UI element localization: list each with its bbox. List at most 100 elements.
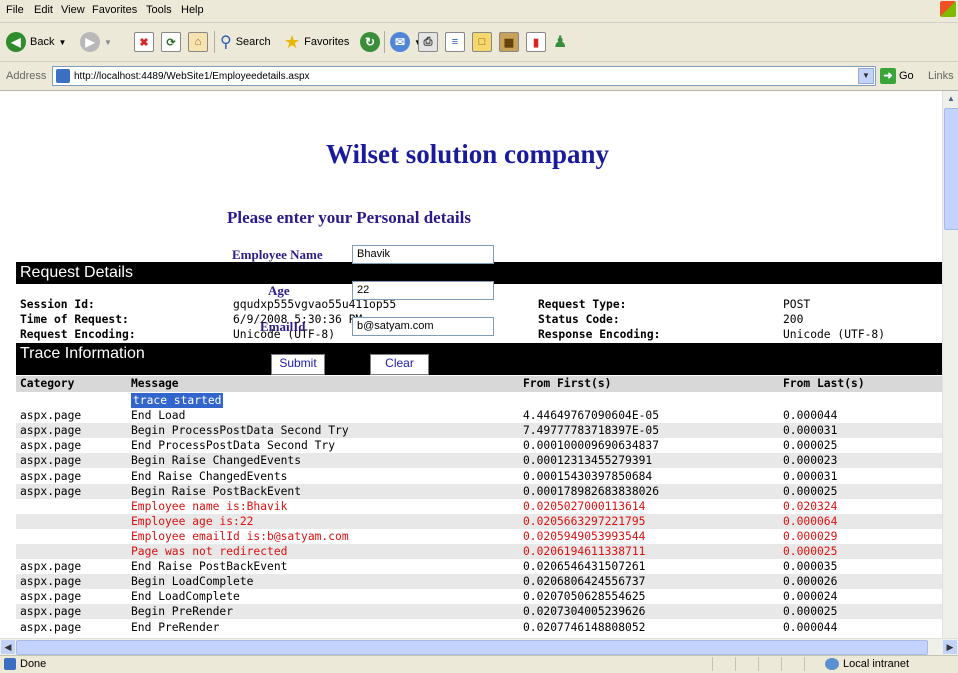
age-input[interactable]: 22: [352, 281, 494, 300]
messenger-button[interactable]: ▮: [526, 31, 546, 53]
address-input[interactable]: http://localhost:4489/WebSite1/Employeed…: [52, 66, 876, 86]
status-pane: [758, 657, 781, 671]
trace-cell-from-first: 0.0207050628554625: [523, 590, 646, 604]
request-type-value: POST: [783, 298, 811, 311]
trace-cell-from-first: 0.0205027000113614: [523, 499, 646, 513]
research-button[interactable]: ▦: [499, 31, 519, 53]
chevron-down-icon: ▼: [58, 37, 67, 47]
vertical-scroll-thumb[interactable]: [944, 108, 958, 230]
search-button[interactable]: ⚲ Search: [220, 31, 271, 53]
trace-cell-from-last: 0.000064: [783, 514, 838, 528]
scroll-up-icon[interactable]: ▲: [943, 91, 958, 107]
chevron-down-icon[interactable]: ▼: [858, 68, 874, 84]
trace-cell-category: aspx.page: [20, 605, 82, 619]
page-loaded-icon: [4, 658, 16, 670]
status-pane: [804, 657, 827, 671]
status-pane: [712, 657, 735, 671]
trace-cell-message: End ProcessPostData Second Try: [131, 439, 336, 453]
folder-icon: □: [472, 32, 492, 52]
security-zone: Local intranet: [825, 658, 909, 670]
trace-cell-from-first: 0.0207746148808052: [523, 620, 646, 634]
trace-cell-from-first: 0.0206194611338711: [523, 545, 646, 558]
toolbar-separator: [384, 31, 385, 53]
trace-cell-from-first: 4.44649767090604E-05: [523, 409, 660, 423]
trace-cell-category: aspx.page: [20, 575, 82, 589]
history-icon: ↻: [360, 32, 380, 52]
bookmark-icon: ▮: [526, 32, 546, 52]
table-row: Employee emailId is:b@satyam.com 0.020594…: [16, 529, 942, 544]
trace-cell-from-first: 0.000100009690634837: [523, 439, 660, 453]
trace-cell-category: aspx.page: [20, 439, 82, 453]
refresh-button[interactable]: ⟳: [161, 31, 181, 53]
chevron-down-icon: ▼: [104, 37, 112, 47]
trace-cell-message: Begin LoadComplete: [131, 575, 254, 589]
menu-help[interactable]: Help: [181, 4, 204, 16]
table-row: aspx.page Begin Raise ChangedEvents 0.0001…: [16, 453, 942, 469]
trace-cell-message: Begin Raise ChangedEvents: [131, 454, 302, 468]
links-button[interactable]: Links: [928, 70, 954, 82]
trace-cell-message: trace started: [131, 393, 224, 408]
horizontal-scrollbar[interactable]: ◀ ▶: [0, 638, 958, 655]
printer-icon: ⎙: [418, 32, 438, 52]
print-button[interactable]: ⎙: [418, 31, 438, 53]
home-button[interactable]: ⌂: [188, 31, 208, 53]
table-row: aspx.page End Raise ChangedEvents 0.000154…: [16, 469, 942, 484]
trace-cell-message: Begin PreRender: [131, 605, 234, 619]
table-row: Employee name is:Bhavik 0.020502700011361…: [16, 499, 942, 514]
vertical-scrollbar[interactable]: ▲: [942, 91, 958, 638]
research-icon: ▦: [499, 32, 519, 52]
trace-cell-from-first: 0.0205663297221795: [523, 514, 646, 528]
favorites-button[interactable]: ★ Favorites: [284, 31, 349, 53]
back-button[interactable]: ◀ Back ▼: [6, 31, 66, 53]
request-encoding-label: Request Encoding:: [20, 328, 136, 341]
trace-cell-from-last: 0.000031: [783, 469, 838, 483]
trace-cell-from-last: 0.020324: [783, 499, 838, 513]
clear-button[interactable]: Clear: [370, 354, 429, 375]
employee-name-label: Employee Name: [232, 247, 323, 262]
status-code-label: Status Code:: [538, 313, 620, 326]
trace-table-header: Category Message From First(s) From Last…: [16, 376, 942, 392]
trace-cell-from-last: 0.000029: [783, 529, 838, 543]
star-icon: ★: [284, 31, 301, 52]
submit-button[interactable]: Submit: [271, 354, 325, 375]
zone-label: Local intranet: [843, 658, 910, 670]
trace-cell-from-last: 0.000023: [783, 454, 838, 468]
email-id-input[interactable]: b@satyam.com: [352, 317, 494, 336]
stop-icon: ✖: [134, 32, 154, 52]
response-encoding-value: Unicode (UTF-8): [783, 328, 886, 341]
stop-button[interactable]: ✖: [134, 31, 154, 53]
history-button[interactable]: ↻: [360, 31, 380, 53]
menu-file[interactable]: File: [6, 4, 24, 16]
discuss-button[interactable]: □: [472, 31, 492, 53]
trace-cell-from-last: 0.000025: [783, 484, 838, 498]
employee-name-input[interactable]: Bhavik: [352, 245, 494, 264]
menu-view[interactable]: View: [61, 4, 85, 16]
scroll-right-icon[interactable]: ▶: [943, 640, 957, 654]
scroll-left-icon[interactable]: ◀: [1, 640, 15, 654]
trace-cell-from-last: 0.000025: [783, 545, 838, 558]
trace-cell-from-first: 0.00012313455279391: [523, 454, 653, 468]
menu-edit[interactable]: Edit: [34, 4, 53, 16]
trace-cell-from-first: 0.0206546431507261: [523, 560, 646, 574]
address-bar: Address http://localhost:4489/WebSite1/E…: [0, 62, 958, 91]
forward-button[interactable]: ▶ ▼: [80, 31, 112, 53]
status-bar: Done Local intranet: [0, 655, 958, 673]
status-done: Done: [4, 658, 46, 670]
trace-cell-category: aspx.page: [20, 424, 82, 438]
trace-cell-from-first: 7.49777783718397E-05: [523, 424, 660, 438]
table-row: aspx.page Begin LoadComplete 0.02068064245…: [16, 574, 942, 590]
session-id-label: Session Id:: [20, 298, 95, 311]
menu-tools[interactable]: Tools: [146, 4, 172, 16]
horizontal-scroll-thumb[interactable]: [16, 640, 928, 655]
table-row: aspx.page End LoadComplete 0.0207050628554…: [16, 589, 942, 604]
go-button[interactable]: ➜ Go: [880, 68, 914, 84]
trace-information-header: Trace Information: [16, 343, 942, 375]
table-row: aspx.page Begin ProcessPostData Second Tr…: [16, 423, 942, 439]
trace-cell-from-last: 0.000044: [783, 409, 838, 423]
edit-button[interactable]: ≡: [445, 31, 465, 53]
status-text: Done: [20, 658, 47, 670]
trace-cell-message: Employee emailId is:b@satyam.com: [131, 529, 349, 543]
people-icon: ♟: [553, 34, 568, 51]
menu-favorites[interactable]: Favorites: [92, 4, 137, 16]
people-button[interactable]: ♟: [553, 31, 567, 53]
